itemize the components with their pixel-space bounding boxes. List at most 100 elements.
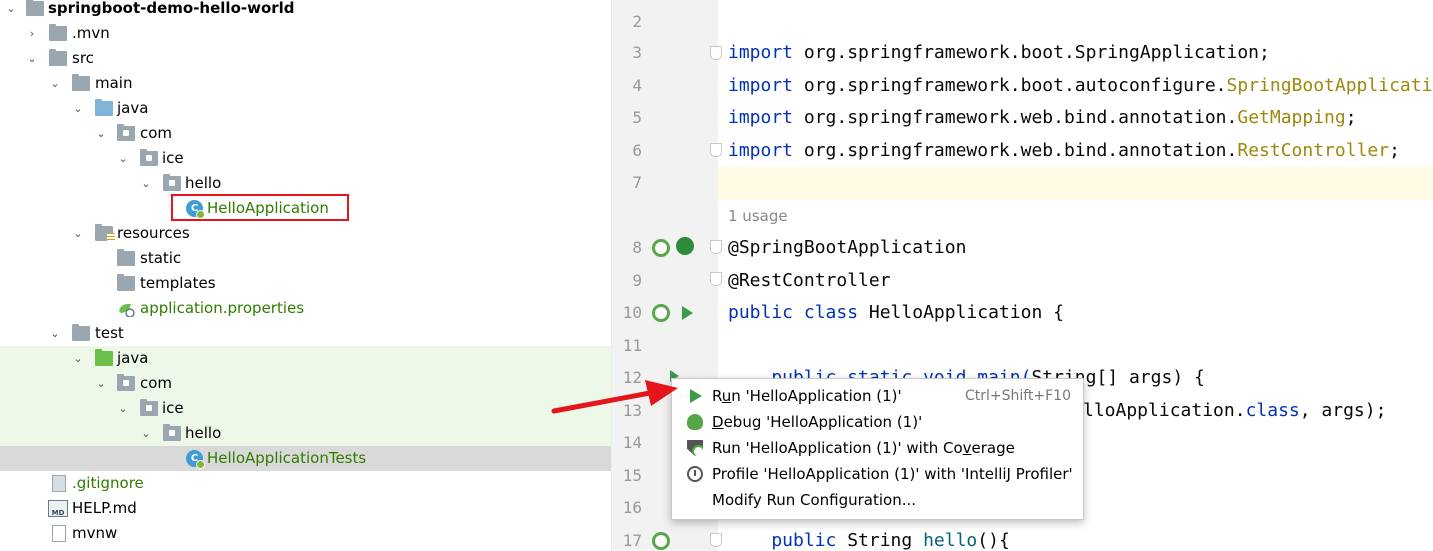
code-line-8[interactable]: @SpringBootApplication <box>728 237 966 259</box>
spring-beans-gutter-icon[interactable] <box>652 239 670 257</box>
tree-item-test-hello[interactable]: ⌄ hello <box>0 421 611 446</box>
tree-item-label: springboot-demo-hello-world <box>48 0 295 17</box>
spring-properties-icon <box>117 301 135 318</box>
keyword: public class <box>728 302 859 323</box>
line-number: 11 <box>622 336 642 355</box>
chevron-down-icon[interactable]: ⌄ <box>25 46 39 71</box>
tree-item-mvn[interactable]: › .mvn <box>0 21 611 46</box>
chevron-down-icon[interactable]: ⌄ <box>116 146 130 171</box>
tree-item-src[interactable]: ⌄ src <box>0 46 611 71</box>
line-number: 5 <box>632 108 642 127</box>
chevron-down-icon[interactable]: ⌄ <box>116 396 130 421</box>
method-name: hello <box>923 530 978 551</box>
chevron-down-icon[interactable]: ⌄ <box>71 221 85 246</box>
tree-item-main-com[interactable]: ⌄ com <box>0 121 611 146</box>
tree-item-label: mvnw <box>72 524 118 542</box>
tree-item-test-com[interactable]: ⌄ com <box>0 371 611 396</box>
spring-config-gutter-icon[interactable] <box>676 237 694 255</box>
code-text: HelloApplication { <box>858 302 1064 323</box>
chevron-down-icon[interactable]: ⌄ <box>48 71 62 96</box>
code-line-5[interactable]: import org.springframework.web.bind.anno… <box>728 107 1357 129</box>
red-annotation-arrow <box>551 380 678 414</box>
code-text: org.springframework.web.bind.annotation. <box>793 107 1238 128</box>
tree-item-help-md[interactable]: MD HELP.md <box>0 496 611 521</box>
code-text: org.springframework.boot.SpringApplicati… <box>793 42 1270 63</box>
tree-item-gitignore[interactable]: .gitignore <box>0 471 611 496</box>
gitignore-file-icon <box>52 475 66 492</box>
chevron-down-icon[interactable]: ⌄ <box>139 421 153 446</box>
tree-item-label: ice <box>162 149 184 167</box>
chevron-down-icon[interactable]: ⌄ <box>94 121 108 146</box>
menu-item-debug[interactable]: Debug 'HelloApplication (1)' <box>672 409 1083 435</box>
fold-marker-icon[interactable] <box>710 533 722 547</box>
code-line-17[interactable]: public String hello(){ <box>728 530 1010 551</box>
folder-icon <box>72 74 90 91</box>
tree-item-label: hello <box>185 424 222 442</box>
tree-item-main[interactable]: ⌄ main <box>0 71 611 96</box>
run-gutter-icon[interactable] <box>682 306 693 320</box>
fold-marker-icon[interactable] <box>710 46 722 60</box>
code-line-3[interactable]: import org.springframework.boot.SpringAp… <box>728 42 1270 64</box>
code-text: (){ <box>977 530 1010 551</box>
line-number: 10 <box>622 303 642 322</box>
tree-item-test[interactable]: ⌄ test <box>0 321 611 346</box>
usage-hint[interactable]: 1 usage <box>728 207 788 225</box>
source-folder-icon <box>95 99 113 116</box>
menu-item-shortcut: Ctrl+Shift+F10 <box>964 388 1071 404</box>
tree-item-label: static <box>140 249 182 267</box>
markdown-file-icon: MD <box>48 500 68 517</box>
tree-item-main-java[interactable]: ⌄ java <box>0 96 611 121</box>
tree-item-resources[interactable]: ⌄ resources <box>0 221 611 246</box>
code-line-10[interactable]: public class HelloApplication { <box>728 302 1064 324</box>
tree-item-static[interactable]: static <box>0 246 611 271</box>
tree-item-label: application.properties <box>140 299 305 317</box>
menu-item-modify-run-configuration[interactable]: Modify Run Configuration... <box>672 487 1083 513</box>
code-text: ; <box>1345 107 1357 128</box>
red-highlight-box <box>171 194 349 221</box>
chevron-down-icon[interactable]: ⌄ <box>71 346 85 371</box>
tree-item-test-java[interactable]: ⌄ java <box>0 346 611 371</box>
tree-item-label: resources <box>117 224 190 242</box>
tree-item-label: com <box>140 374 173 392</box>
tree-item-main-hello[interactable]: ⌄ hello <box>0 171 611 196</box>
tree-item-application-properties[interactable]: application.properties <box>0 296 611 321</box>
spring-bean-gutter-icon[interactable] <box>652 304 670 322</box>
line-number: 6 <box>632 141 642 160</box>
folder-icon <box>72 324 90 341</box>
tree-item-mvnw[interactable]: mvnw <box>0 521 611 546</box>
tree-item-hello-application-tests[interactable]: C HelloApplicationTests <box>0 446 611 471</box>
tree-item-label: .gitignore <box>72 474 144 492</box>
spring-request-mapping-gutter-icon[interactable] <box>652 532 670 550</box>
chevron-down-icon[interactable]: ⌄ <box>4 0 18 21</box>
code-line-6[interactable]: import org.springframework.web.bind.anno… <box>728 140 1400 162</box>
folder-icon <box>49 49 67 66</box>
resources-folder-icon <box>95 224 115 242</box>
tree-item-main-ice[interactable]: ⌄ ice <box>0 146 611 171</box>
code-text: String <box>836 530 924 551</box>
run-icon <box>690 389 702 403</box>
tree-item-templates[interactable]: templates <box>0 271 611 296</box>
menu-item-profile[interactable]: Profile 'HelloApplication (1)' with 'Int… <box>672 461 1083 487</box>
chevron-down-icon[interactable]: ⌄ <box>94 371 108 396</box>
code-line-13[interactable]: lloApplication.class, args); <box>1083 400 1386 422</box>
chevron-down-icon[interactable]: ⌄ <box>71 96 85 121</box>
code-line-9[interactable]: @RestController <box>728 270 891 292</box>
tree-item-label: .mvn <box>72 24 110 42</box>
tree-item-test-ice[interactable]: ⌄ ice <box>0 396 611 421</box>
menu-item-run-with-coverage[interactable]: Run 'HelloApplication (1)' with Coverage <box>672 435 1083 461</box>
fold-marker-icon[interactable] <box>710 272 722 286</box>
fold-marker-icon[interactable] <box>710 143 722 157</box>
line-number: 16 <box>622 498 642 517</box>
code-text: , args); <box>1299 400 1387 421</box>
chevron-right-icon[interactable]: › <box>25 21 39 46</box>
tree-item-label: HELP.md <box>72 499 137 517</box>
chevron-down-icon[interactable]: ⌄ <box>48 321 62 346</box>
line-number: 2 <box>632 12 642 31</box>
tree-item-project-root[interactable]: ⌄ springboot-demo-hello-world <box>0 0 611 21</box>
code-line-4[interactable]: import org.springframework.boot.autoconf… <box>728 75 1432 97</box>
keyword: class <box>1245 400 1300 421</box>
menu-item-run[interactable]: Run 'HelloApplication (1)' Ctrl+Shift+F1… <box>672 383 1083 409</box>
fold-marker-icon[interactable] <box>710 240 722 254</box>
chevron-down-icon[interactable]: ⌄ <box>139 171 153 196</box>
code-text: ; <box>1389 140 1400 161</box>
